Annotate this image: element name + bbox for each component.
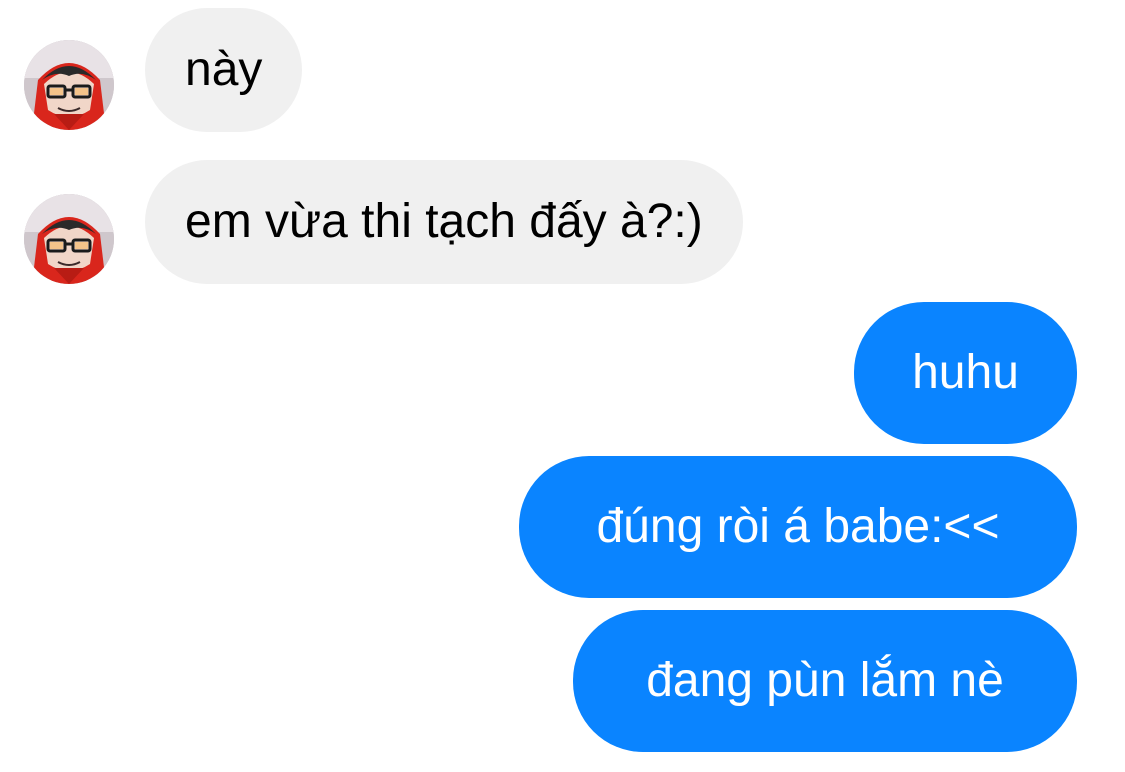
incoming-message-bubble[interactable]: em vừa thi tạch đấy à?:) (145, 160, 743, 284)
outgoing-message-bubble[interactable]: đúng ròi á babe:<< (519, 456, 1077, 598)
message-text: em vừa thi tạch đấy à?:) (185, 195, 703, 248)
message-thread: này em vừa thi tạch đấy à?:) huhu đúng r… (0, 0, 1125, 772)
avatar-image (24, 194, 114, 284)
outgoing-message-bubble[interactable]: đang pùn lắm nè (573, 610, 1077, 752)
incoming-message-bubble[interactable]: này (145, 8, 303, 132)
message-text: đúng ròi á babe:<< (596, 500, 1000, 553)
message-text: đang pùn lắm nè (646, 654, 1004, 707)
message-text: huhu (912, 346, 1019, 399)
contact-avatar[interactable] (24, 194, 114, 284)
message-text: này (185, 43, 263, 96)
avatar-image (24, 40, 114, 130)
outgoing-message-bubble[interactable]: huhu (854, 302, 1077, 444)
contact-avatar[interactable] (24, 40, 114, 130)
